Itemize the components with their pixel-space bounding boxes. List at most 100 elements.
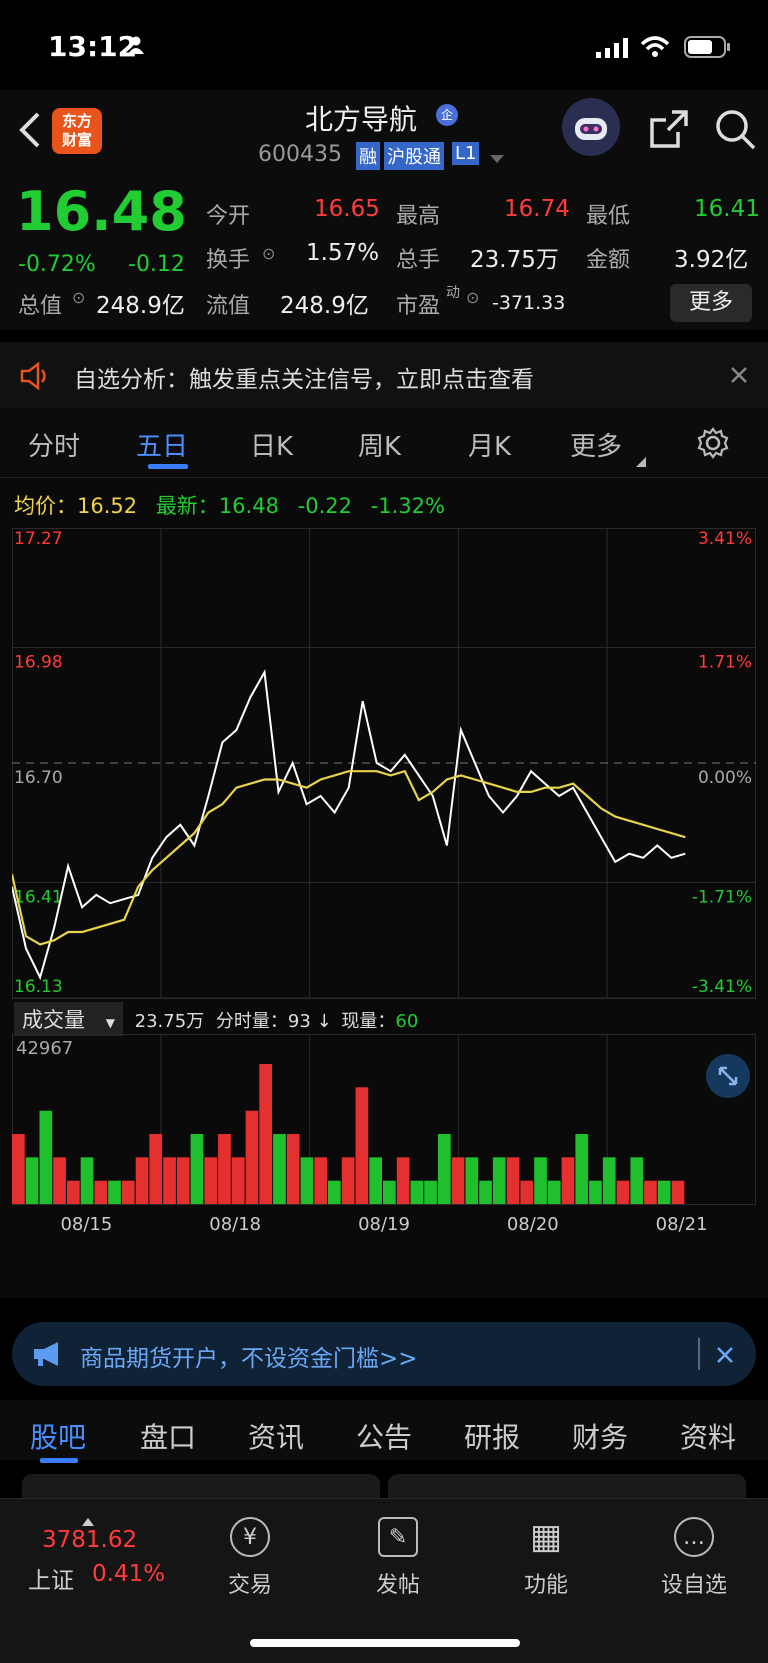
speaker-icon <box>18 361 52 394</box>
index-change[interactable]: 0.41% <box>92 1561 165 1587</box>
volume-bar <box>67 1180 80 1204</box>
info-icon[interactable]: ⊙ <box>72 288 85 307</box>
share-icon[interactable] <box>648 108 690 154</box>
y-tick-left: 16.70 <box>14 768 63 788</box>
ad-text: 商品期货开户，不设资金门槛>> <box>80 1346 418 1372</box>
tab-ziliao[interactable]: 资料 <box>680 1416 736 1456</box>
post-button[interactable]: ✎ 发帖 <box>348 1517 448 1599</box>
ad-banner[interactable]: 商品期货开户，不设资金门槛>> <box>12 1322 756 1386</box>
volume-bar <box>616 1180 630 1204</box>
index-name[interactable]: 上证 <box>28 1561 74 1595</box>
search-icon[interactable] <box>714 108 756 154</box>
volume-bar <box>80 1157 94 1204</box>
function-button[interactable]: ▦ 功能 <box>496 1517 596 1599</box>
amount-label: 金额 <box>586 248 631 273</box>
volume-value: 23.75万 <box>470 247 559 273</box>
settings-gear-icon[interactable] <box>696 426 730 464</box>
ad-divider <box>698 1338 700 1370</box>
index-value[interactable]: 3781.62 <box>42 1527 137 1553</box>
more-button[interactable]: 更多 <box>670 284 752 322</box>
tab-wuri[interactable]: 五日 <box>136 426 188 463</box>
dropdown-arrow-icon[interactable] <box>490 150 504 169</box>
tab-pankou[interactable]: 盘口 <box>140 1416 196 1456</box>
tab-yanbao[interactable]: 研报 <box>464 1416 520 1456</box>
price-chart[interactable]: 17.27 3.41% 16.98 1.71% 16.70 0.00% 16.41 -1.71… <box>12 528 756 1028</box>
volume-bar <box>561 1157 575 1204</box>
info-icon[interactable]: ⊙ <box>262 244 275 263</box>
wifi-icon <box>640 36 670 62</box>
x-tick-label: 08/21 <box>656 1214 708 1235</box>
volume-bar <box>149 1134 163 1204</box>
volume-bar <box>451 1157 465 1204</box>
volume-bar <box>671 1180 685 1204</box>
latest-label: 最新： <box>155 494 219 518</box>
app-logo[interactable]: 东方 财富 <box>52 108 102 154</box>
volume-bar <box>369 1157 382 1204</box>
volume-bar <box>644 1180 657 1204</box>
turnover-label: 换手 <box>206 248 251 273</box>
edit-icon: ✎ <box>378 1517 418 1557</box>
tab-more[interactable]: 更多 <box>570 426 622 463</box>
robot-avatar-icon[interactable] <box>562 98 620 156</box>
volume-bar <box>424 1180 437 1204</box>
minute-label: 分时量： <box>215 1011 288 1032</box>
tab-rik[interactable]: 日K <box>250 426 293 463</box>
bottom-bar: 3781.62 上证 0.41% ¥ 交易 ✎ 发帖 ▦ 功能 … 设自选 <box>0 1498 768 1663</box>
pe-label: 市盈 <box>396 294 441 319</box>
tab-gonggao[interactable]: 公告 <box>356 1416 412 1456</box>
volume-label: 总手 <box>396 248 441 273</box>
close-icon[interactable] <box>730 366 748 388</box>
y-tick-left: 16.41 <box>14 888 63 908</box>
battery-icon <box>684 36 732 62</box>
y-tick-left: 17.27 <box>14 529 63 549</box>
close-icon[interactable] <box>716 1346 734 1368</box>
volume-bar <box>520 1180 534 1204</box>
person-icon <box>128 36 144 54</box>
status-bar: 13:12 <box>0 0 768 100</box>
add-watchlist-button[interactable]: … 设自选 <box>644 1517 744 1599</box>
current-label: 现量： <box>341 1011 396 1032</box>
high-label: 最高 <box>396 204 441 229</box>
trade-button[interactable]: ¥ 交易 <box>200 1517 300 1599</box>
volume-info-line: 成交量 ▼ 23.75万 分时量：93 ↓ 现量：60 <box>14 1002 418 1036</box>
megaphone-icon <box>30 1340 64 1372</box>
notice-bar[interactable]: 自选分析：触发重点关注信号，立即点击查看 <box>0 342 768 408</box>
tab-zixun[interactable]: 资讯 <box>248 1416 304 1456</box>
volume-bar <box>245 1110 259 1204</box>
latest-change: -0.22 <box>297 494 352 518</box>
float-label: 流值 <box>206 294 251 319</box>
y-tick-right: 0.00% <box>698 768 752 788</box>
x-tick-label: 08/15 <box>60 1214 112 1235</box>
low-value: 16.41 <box>694 196 760 222</box>
stock-name[interactable]: 北方导航 <box>305 98 417 138</box>
volume-selector[interactable]: 成交量 ▼ <box>14 1002 123 1036</box>
volume-bar <box>465 1157 479 1204</box>
tab-zhouk[interactable]: 周K <box>358 426 401 463</box>
volume-bar <box>575 1134 589 1204</box>
tab-yuek[interactable]: 月K <box>468 426 511 463</box>
tab-guba[interactable]: 股吧 <box>30 1416 86 1456</box>
expand-icon[interactable] <box>706 1054 750 1098</box>
info-icon[interactable]: ⊙ <box>466 288 479 307</box>
volume-selector-label: 成交量 <box>22 1008 85 1032</box>
latest-change-pct: -1.32% <box>370 494 445 518</box>
back-icon[interactable] <box>18 112 42 152</box>
tab-caiwu[interactable]: 财务 <box>572 1416 628 1456</box>
volume-bar <box>286 1134 300 1204</box>
tab-fenshi[interactable]: 分时 <box>28 426 80 463</box>
open-label: 今开 <box>206 204 251 229</box>
volume-bar <box>602 1157 616 1204</box>
volume-bar <box>355 1087 369 1204</box>
volume-bar <box>273 1134 286 1204</box>
x-tick-label: 08/19 <box>358 1214 410 1235</box>
volume-bar <box>383 1180 396 1204</box>
x-tick-label: 08/18 <box>209 1214 261 1235</box>
latest-value: 16.48 <box>218 494 279 518</box>
volume-bar <box>218 1134 231 1204</box>
badge-l1: L1 <box>452 142 480 165</box>
current-price: 16.48 <box>16 180 187 243</box>
volume-chart[interactable]: 08/15 08/18 08/19 08/20 08/21 <box>12 1034 756 1264</box>
more-dots-icon: … <box>674 1517 714 1557</box>
volume-bar <box>314 1157 327 1204</box>
volume-bar <box>190 1134 204 1204</box>
